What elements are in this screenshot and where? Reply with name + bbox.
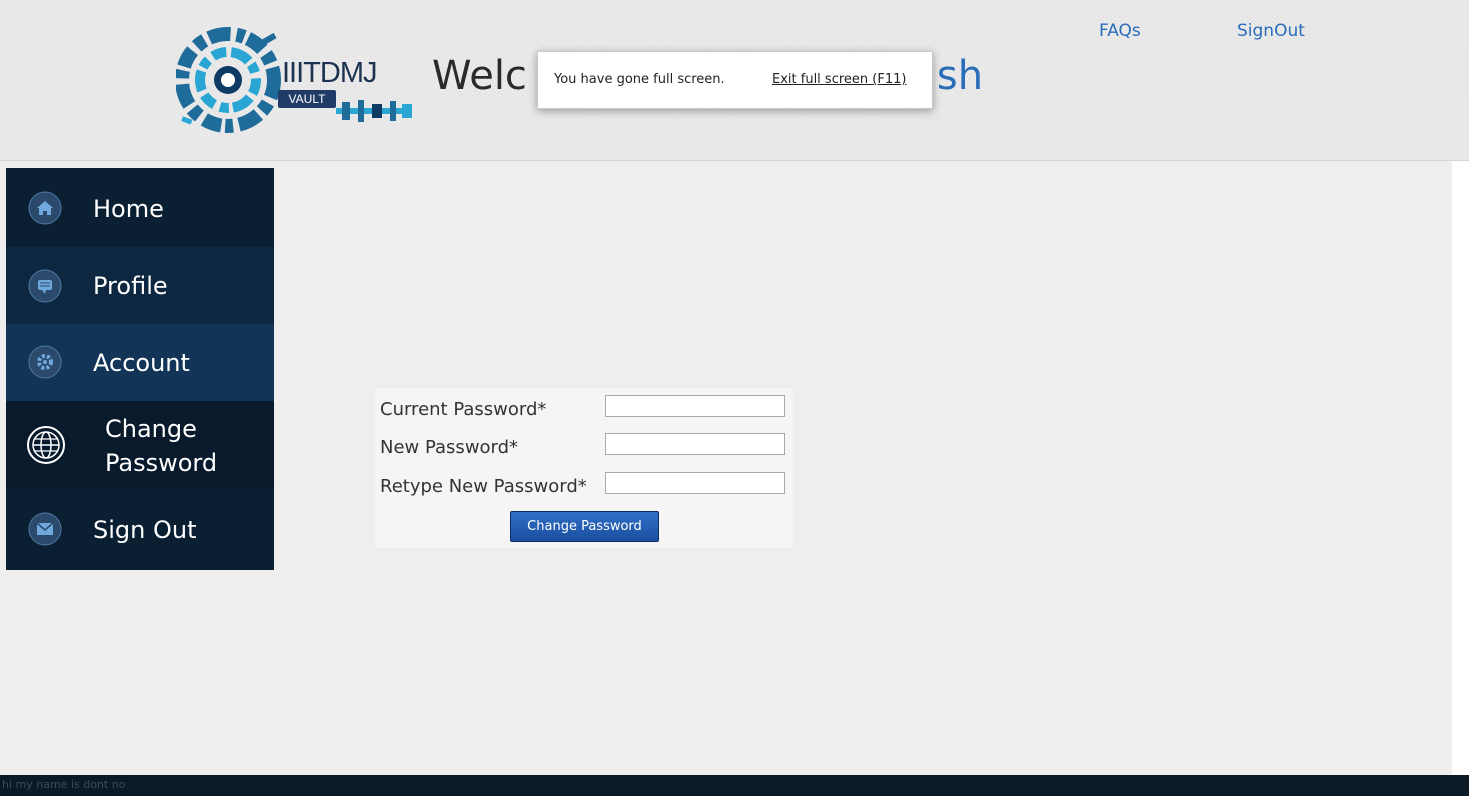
fullscreen-message: You have gone full screen.	[554, 72, 725, 87]
home-icon	[28, 191, 62, 225]
exit-fullscreen-link[interactable]: Exit full screen (F11)	[772, 72, 906, 87]
footer: hi my name is dont no	[0, 775, 1469, 796]
sidebar-item-profile[interactable]: Profile	[6, 247, 274, 324]
logo-circuit-icon	[336, 100, 412, 122]
signout-link[interactable]: SignOut	[1237, 20, 1305, 42]
sidebar-item-label: Profile	[93, 272, 168, 300]
faqs-link[interactable]: FAQs	[1099, 20, 1141, 42]
logo-emblem-icon	[176, 27, 281, 133]
sidebar-item-label-line1: Change	[105, 415, 197, 443]
change-password-button[interactable]: Change Password	[510, 511, 659, 542]
right-gutter	[1452, 161, 1469, 775]
new-password-input[interactable]	[605, 433, 785, 455]
sidebar-item-change-password[interactable]: Change Password	[6, 401, 274, 489]
chat-bubble-icon	[28, 269, 62, 303]
globe-icon	[27, 426, 65, 464]
footer-text: hi my name is dont no	[2, 778, 126, 791]
sidebar-item-home[interactable]: Home	[6, 168, 274, 247]
logo-subtitle: VAULT	[278, 90, 336, 108]
logo-title: IIITDMJ	[282, 57, 377, 89]
fullscreen-notification: You have gone full screen. Exit full scr…	[537, 51, 933, 109]
welcome-prefix: Welc	[432, 53, 527, 99]
sidebar-item-label: Home	[93, 195, 164, 223]
current-password-input[interactable]	[605, 395, 785, 417]
sidebar-item-label: Account	[93, 349, 190, 377]
sidebar: Home Profile Account Change Password Sig…	[6, 168, 274, 570]
envelope-icon	[28, 512, 62, 546]
sidebar-item-sign-out[interactable]: Sign Out	[6, 489, 274, 570]
new-password-label: New Password*	[380, 437, 519, 458]
welcome-suffix: sh	[936, 53, 984, 99]
current-password-label: Current Password*	[380, 399, 547, 420]
retype-password-input[interactable]	[605, 472, 785, 494]
sidebar-item-label: Sign Out	[93, 516, 197, 544]
gear-icon	[28, 345, 62, 379]
change-password-form: Current Password* New Password* Retype N…	[375, 388, 793, 548]
retype-password-label: Retype New Password*	[380, 476, 587, 497]
sidebar-item-account[interactable]: Account	[6, 324, 274, 401]
sidebar-item-label-line2: Password	[105, 449, 218, 477]
